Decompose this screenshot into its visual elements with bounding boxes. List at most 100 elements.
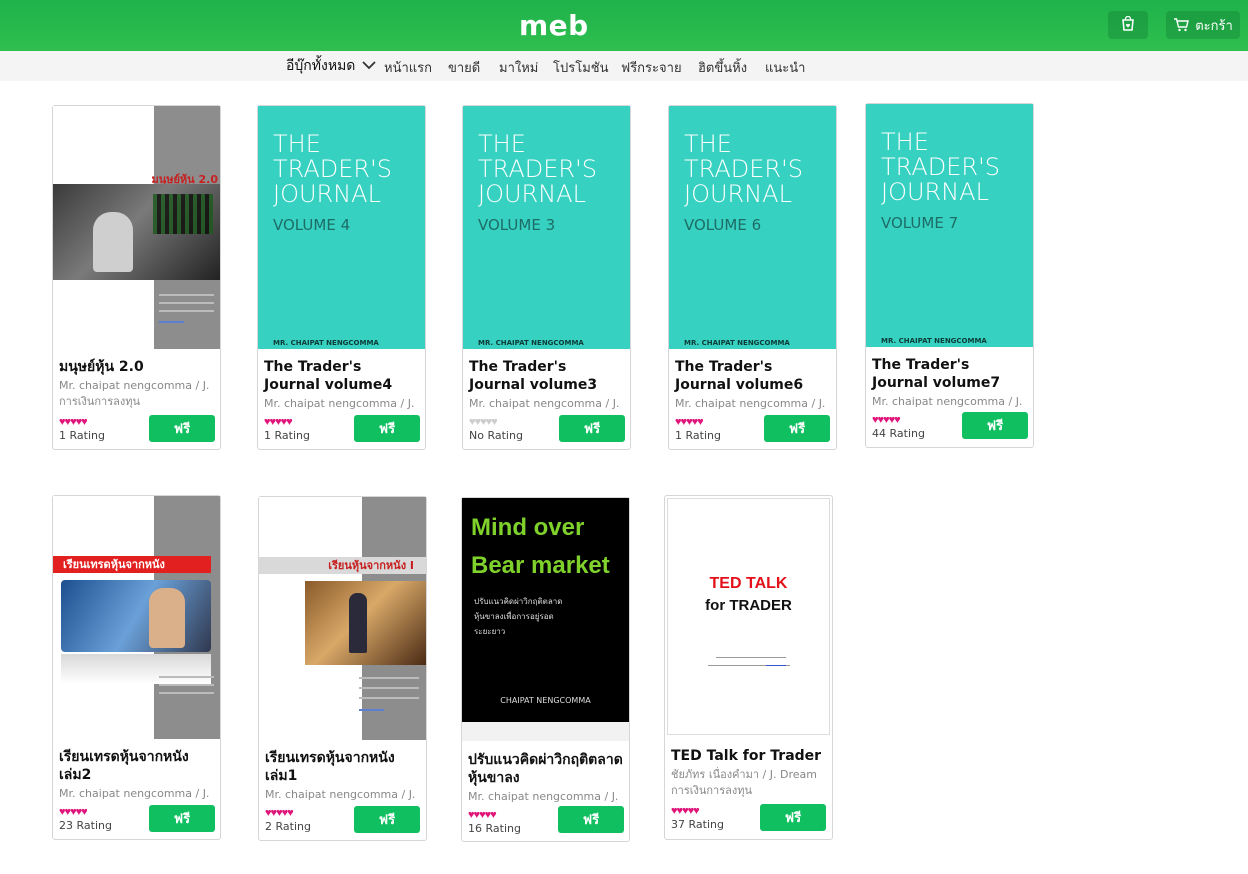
rating: ♥♥♥♥♥ 2 Rating [265,807,311,833]
cover-title-line2: for TRADER [705,597,792,614]
free-button[interactable]: ฟรี [149,415,215,442]
book-card[interactable]: มนุษย์หุ้น 2.0 มนุษย์หุ้น 2.0 Mr. chaipa… [52,105,221,450]
rating: ♥♥♥♥♥ 16 Rating [468,809,521,835]
rating-count: 44 Rating [872,427,925,440]
book-cover[interactable]: เรียนเทรดหุ้นจากหนัง [53,496,220,739]
cover-volume: VOLUME 7 [881,214,959,232]
cover-author: MR. CHAIPAT NENGCOMMA [273,339,379,347]
book-cover[interactable]: THE TRADER'S JOURNAL VOLUME 6 MR. CHAIPA… [669,106,836,349]
book-title[interactable]: เรียนเทรดหุ้นจากหนัง เล่ม2 [59,748,217,784]
book-author[interactable]: Mr. chaipat nengcomma / J. [872,394,1030,410]
cover-title: THE TRADER'S JOURNAL [881,128,1000,206]
cover-volume: VOLUME 3 [478,216,556,234]
book-info: TED Talk for Trader ชัยภัทร เนื่องคำมา /… [671,747,829,799]
cover-photo [305,581,426,665]
book-title[interactable]: The Trader's Journal volume7 [872,356,1030,392]
book-info: เรียนเทรดหุ้นจากหนัง เล่ม1 Mr. chaipat n… [265,749,423,803]
rating-stars: ♥♥♥♥♥ [265,807,294,819]
book-author[interactable]: Mr. chaipat nengcomma / J. [264,396,422,412]
book-title[interactable]: The Trader's Journal volume6 [675,358,833,394]
book-info: The Trader's Journal volume3 Mr. chaipat… [469,358,627,412]
book-card[interactable]: THE TRADER'S JOURNAL VOLUME 7 MR. CHAIPA… [865,103,1034,448]
rating-count: 1 Rating [675,429,721,442]
book-cover[interactable]: THE TRADER'S JOURNAL VOLUME 7 MR. CHAIPA… [866,104,1033,347]
cover-title: THE TRADER'S JOURNAL [273,130,392,208]
cart-button[interactable]: ตะกร้า [1166,11,1240,39]
free-button[interactable]: ฟรี [354,415,420,442]
nav-new[interactable]: มาใหม่ [499,57,538,78]
cover-volume: VOLUME 6 [684,216,762,234]
free-button[interactable]: ฟรี [760,804,826,831]
book-card[interactable]: Mind over Bear market ปรับแนวคิดผ่าวิกฤต… [461,497,630,842]
rating: ♥♥♥♥♥ 1 Rating [264,416,310,442]
book-author[interactable]: Mr. chaipat nengcomma / J. [59,786,217,802]
book-info: ปรับแนวคิดผ่าวิกฤติตลาดหุ้นขาลง Mr. chai… [468,751,626,805]
book-author[interactable]: Mr. chaipat nengcomma / J. [59,378,217,394]
cover-subtitle-line: ปรับแนวคิดผ่าวิกฤติตลาด [474,597,563,606]
nav-recommended[interactable]: แนะนำ [765,57,805,78]
book-card[interactable]: THE TRADER'S JOURNAL VOLUME 6 MR. CHAIPA… [668,105,837,450]
cover-label: เรียนหุ้นจากหนัง I [259,557,426,574]
cover-author: CHAIPAT NENGCOMMA [500,696,591,705]
free-button[interactable]: ฟรี [354,806,420,833]
free-button[interactable]: ฟรี [149,805,215,832]
book-category[interactable]: การเงินการลงทุน [671,783,829,799]
book-card[interactable]: THE TRADER'S JOURNAL VOLUME 4 MR. CHAIPA… [257,105,426,450]
cart-label: ตะกร้า [1195,18,1233,34]
book-info: The Trader's Journal volume6 Mr. chaipat… [675,358,833,412]
book-card[interactable]: TED TALK for TRADER TED Talk for Trader … [664,495,833,840]
free-button[interactable]: ฟรี [764,415,830,442]
nav-free[interactable]: ฟรีกระจาย [621,57,682,78]
nav-hits[interactable]: ฮิตขึ้นหิ้ง [698,57,747,78]
cover-subtitle-line: หุ้นขาลงเพื่อการอยู่รอด [474,612,554,621]
book-title[interactable]: ปรับแนวคิดผ่าวิกฤติตลาดหุ้นขาลง [468,751,626,787]
book-author[interactable]: Mr. chaipat nengcomma / J. [468,789,626,805]
book-category[interactable]: การเงินการลงทุน [59,394,217,410]
free-button[interactable]: ฟรี [558,806,624,833]
free-button[interactable]: ฟรี [559,415,625,442]
book-author[interactable]: Mr. chaipat nengcomma / J. [265,787,423,803]
book-cover[interactable]: เรียนหุ้นจากหนัง I [259,497,426,740]
rating-stars: ♥♥♥♥♥ [59,806,88,818]
book-title[interactable]: มนุษย์หุ้น 2.0 [59,358,217,376]
meb-logo[interactable]: meb [519,9,589,42]
book-title[interactable]: เรียนเทรดหุ้นจากหนัง เล่ม1 [265,749,423,785]
rating: ♥♥♥♥♥ 23 Rating [59,806,112,832]
cover-subtitle-line: ระยะยาว [474,627,506,636]
shopping-bag-icon [1121,15,1135,35]
category-nav: อีบุ๊กทั้งหมด หน้าแรก ขายดี มาใหม่ โปรโม… [0,51,1248,81]
wishlist-button[interactable] [1108,11,1148,39]
rating-count: 37 Rating [671,818,724,831]
book-title[interactable]: The Trader's Journal volume3 [469,358,627,394]
book-title[interactable]: The Trader's Journal volume4 [264,358,422,394]
book-cover[interactable]: THE TRADER'S JOURNAL VOLUME 3 MR. CHAIPA… [463,106,630,349]
nav-all-books[interactable]: อีบุ๊กทั้งหมด [286,55,376,77]
rating: ♥♥♥♥♥ 37 Rating [671,805,724,831]
free-button[interactable]: ฟรี [962,412,1028,439]
book-cover[interactable]: มนุษย์หุ้น 2.0 [53,106,220,349]
cover-title: THE TRADER'S JOURNAL [478,130,597,208]
book-card[interactable]: เรียนหุ้นจากหนัง I เรียนเทรดหุ้นจากหนัง … [258,496,427,841]
book-author[interactable]: Mr. chaipat nengcomma / J. [469,396,627,412]
rating: ♥♥♥♥♥ 1 Rating [59,416,105,442]
book-cover[interactable]: THE TRADER'S JOURNAL VOLUME 4 MR. CHAIPA… [258,106,425,349]
book-author[interactable]: ชัยภัทร เนื่องคำมา / J. Dream [671,767,829,783]
nav-promotion[interactable]: โปรโมชัน [553,57,608,78]
cover-title-line1: TED TALK [709,575,788,592]
cover-shadow [462,722,629,741]
book-card[interactable]: THE TRADER'S JOURNAL VOLUME 3 MR. CHAIPA… [462,105,631,450]
rating-count: 1 Rating [264,429,310,442]
book-title[interactable]: TED Talk for Trader [671,747,829,765]
rating-stars: ♥♥♥♥♥ [59,416,88,428]
nav-bestseller[interactable]: ขายดี [448,57,480,78]
book-card[interactable]: เรียนเทรดหุ้นจากหนัง เรียนเทรดหุ้นจากหนั… [52,495,221,840]
book-cover[interactable]: Mind over Bear market ปรับแนวคิดผ่าวิกฤต… [462,498,629,722]
nav-home[interactable]: หน้าแรก [384,57,432,78]
cart-icon [1173,18,1190,32]
cover-subtitle: ปรับแนวคิดผ่าวิกฤติตลาด หุ้นขาลงเพื่อการ… [474,594,562,639]
cover-author: MR. CHAIPAT NENGCOMMA [478,339,584,347]
cover-label: เรียนเทรดหุ้นจากหนัง [53,556,211,573]
book-author[interactable]: Mr. chaipat nengcomma / J. [675,396,833,412]
book-cover[interactable]: TED TALK for TRADER [667,498,830,735]
rating-count: No Rating [469,429,523,442]
